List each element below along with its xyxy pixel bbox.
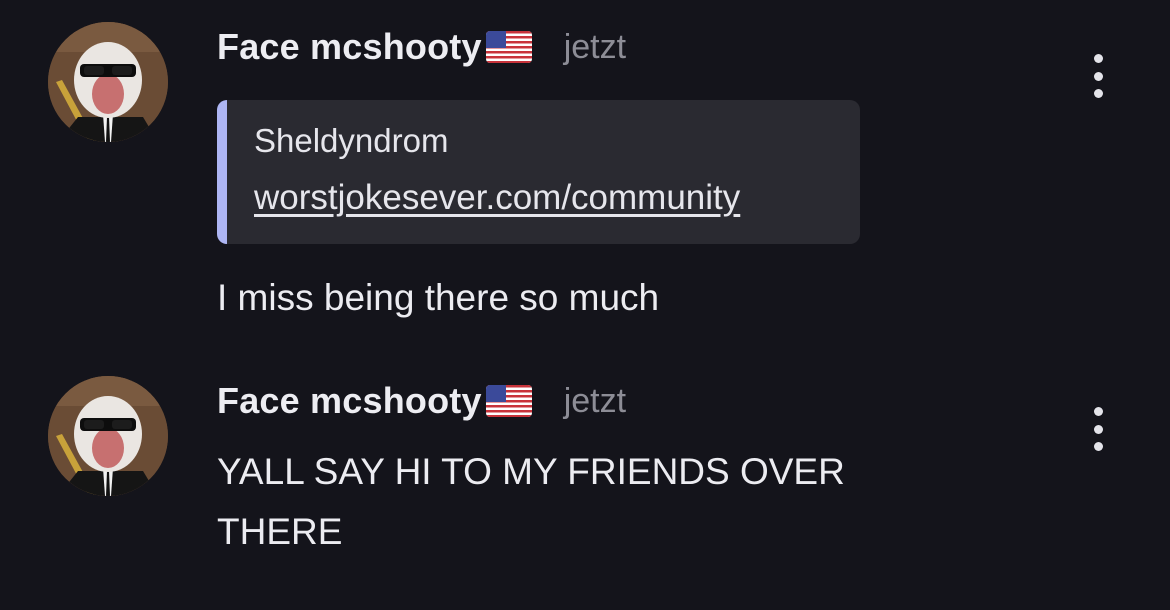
more-options-icon-dot [1093, 89, 1103, 98]
message-text-line: THERE [217, 511, 343, 552]
more-options-button[interactable] [1082, 54, 1114, 98]
more-options-icon-dot [1093, 442, 1103, 451]
embed-title: Sheldyndrom [254, 122, 449, 159]
more-options-icon-dot [1093, 424, 1103, 434]
author-name[interactable]: Face mcshooty [217, 26, 482, 68]
link-embed[interactable]: Sheldyndrom worstjokesever.com/community [217, 100, 860, 244]
avatar[interactable] [48, 22, 168, 142]
timestamp: jetzt [563, 27, 627, 66]
message-text-line: YALL SAY HI TO MY FRIENDS OVER [217, 451, 845, 492]
message-text: I miss being there so much [217, 277, 660, 318]
chat-view: Face mcshooty jetzt Sheldyndrom worstjok… [0, 0, 1170, 610]
more-options-icon-dot [1093, 71, 1103, 81]
more-options-icon [1093, 407, 1103, 416]
us-flag-icon [485, 385, 532, 417]
more-options-icon [1093, 54, 1103, 63]
us-flag-icon [485, 31, 532, 63]
message-header: Face mcshooty jetzt [217, 376, 626, 426]
embed-accent-bar [217, 100, 227, 244]
message-header: Face mcshooty jetzt [217, 22, 626, 72]
message-text: YALL SAY HI TO MY FRIENDS OVER THERE [217, 442, 845, 562]
avatar[interactable] [48, 376, 168, 496]
more-options-button[interactable] [1082, 407, 1114, 451]
embed-link[interactable]: worstjokesever.com/community [254, 178, 740, 218]
author-name[interactable]: Face mcshooty [217, 380, 482, 422]
timestamp: jetzt [563, 381, 627, 420]
